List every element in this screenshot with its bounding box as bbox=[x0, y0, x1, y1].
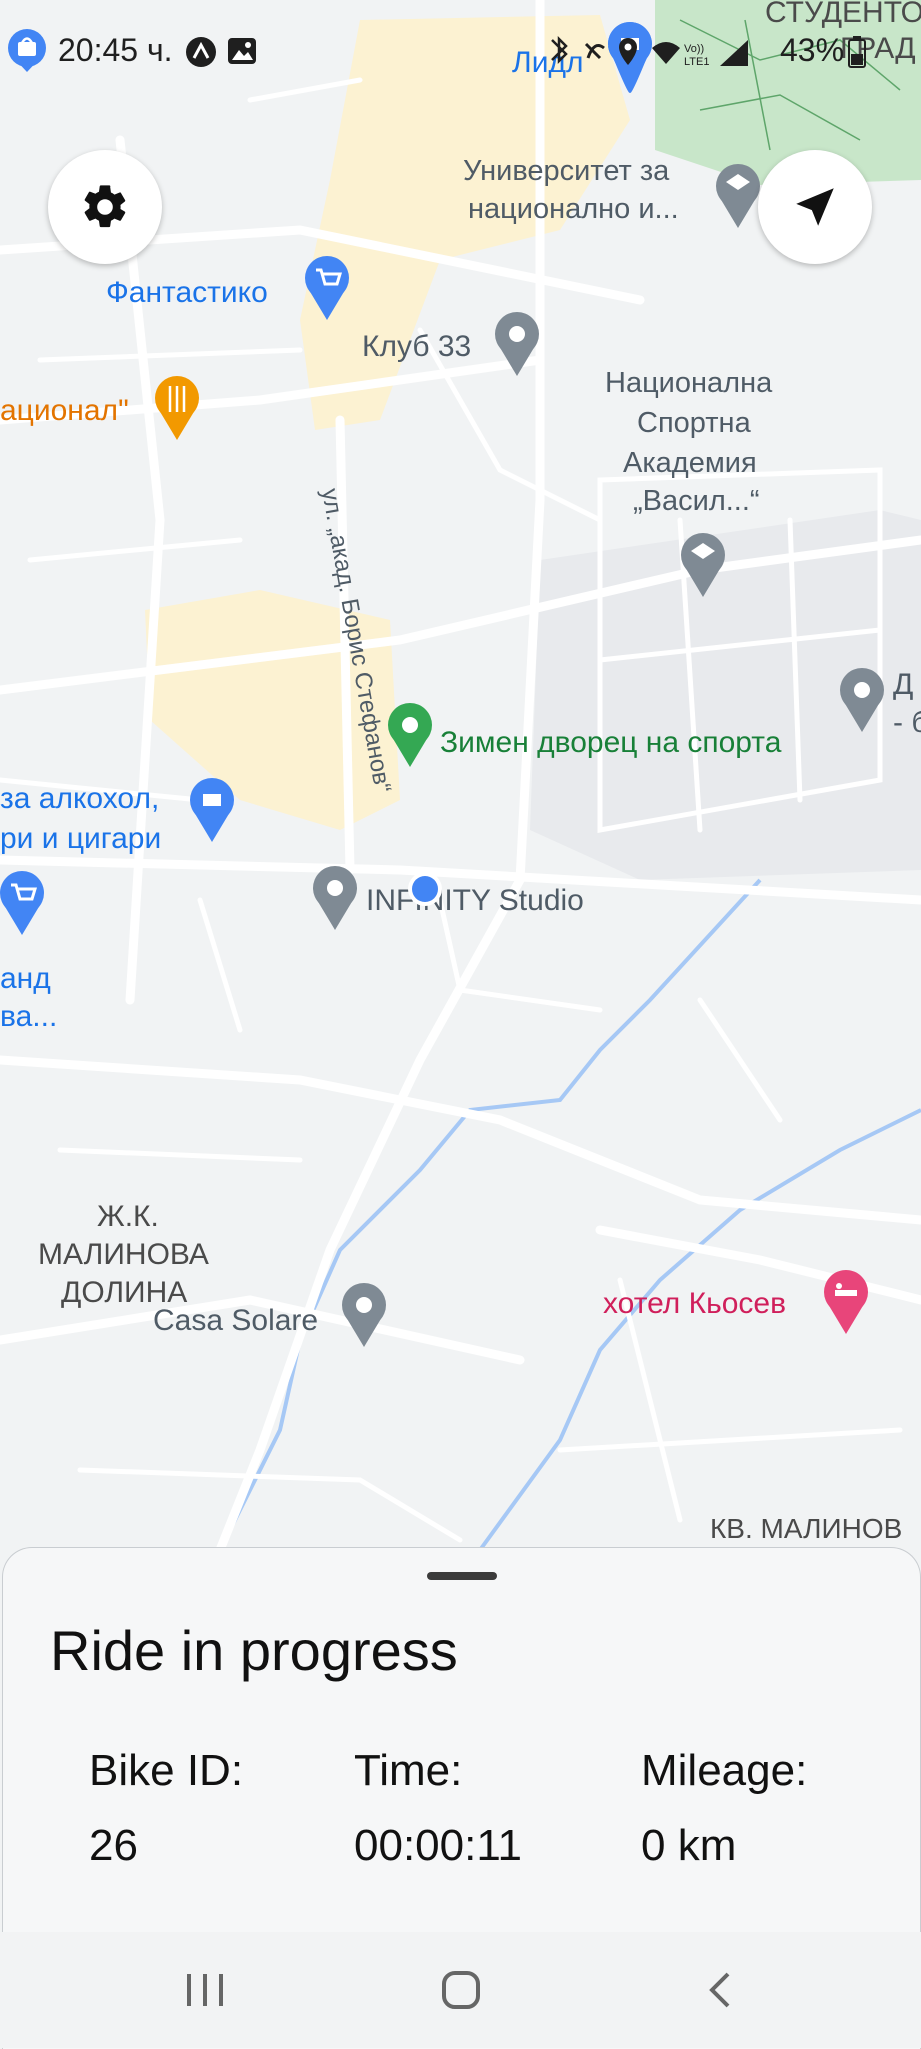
map-label-nsa-2[interactable]: Спортна bbox=[637, 407, 752, 439]
map-label-nsa-1[interactable]: Национална bbox=[605, 367, 773, 399]
signal-icon bbox=[720, 40, 748, 66]
shopping-bag-notification-icon bbox=[8, 29, 46, 72]
system-navigation-bar bbox=[0, 1932, 921, 2048]
sheet-drag-handle[interactable] bbox=[427, 1572, 497, 1580]
settings-button[interactable] bbox=[48, 150, 162, 264]
recent-apps-button[interactable] bbox=[183, 1972, 227, 2008]
status-bar: 20:45 ч. Vo)) LTE1 43% bbox=[0, 20, 921, 80]
map-label-fantastiko[interactable]: Фантастико bbox=[106, 276, 268, 309]
mute-icon bbox=[584, 42, 605, 60]
battery-percent: 43% bbox=[780, 32, 845, 68]
map-label-winter-palace[interactable]: Зимен дворец на спорта bbox=[440, 726, 782, 759]
map-label-nsa-3[interactable]: Академия bbox=[623, 447, 757, 479]
battery-icon bbox=[848, 36, 866, 68]
bike-id-value: 26 bbox=[89, 1821, 138, 1870]
system-status-icons: Vo)) LTE1 bbox=[551, 35, 748, 68]
mileage-label: Mileage: bbox=[641, 1746, 808, 1795]
map-label-nacional[interactable]: ационал" bbox=[0, 394, 129, 427]
app-notification-icon bbox=[186, 37, 216, 67]
ride-title: Ride in progress bbox=[50, 1619, 458, 1682]
gallery-notification-icon bbox=[228, 38, 256, 64]
map-label-university-1[interactable]: Университет за bbox=[463, 155, 670, 187]
map-label-kv-malinova: КВ. МАЛИНОВ bbox=[710, 1513, 902, 1544]
map-label-club-33[interactable]: Клуб 33 bbox=[362, 330, 471, 363]
navigation-arrow-icon bbox=[796, 188, 834, 226]
bike-id-label: Bike ID: bbox=[89, 1746, 244, 1795]
time-label: Time: bbox=[354, 1746, 463, 1795]
map-label-casa-solare[interactable]: Casa Solare bbox=[153, 1304, 318, 1337]
my-location-button[interactable] bbox=[758, 150, 872, 264]
map-label-malinova-2: МАЛИНОВА bbox=[38, 1238, 209, 1271]
gear-icon bbox=[84, 185, 126, 228]
map-label-and-1[interactable]: анд bbox=[0, 962, 51, 995]
map-label-and-2[interactable]: ва... bbox=[0, 1000, 57, 1033]
svg-text:LTE1: LTE1 bbox=[684, 56, 709, 68]
map-label-d-2[interactable]: - б bbox=[893, 706, 921, 739]
home-button[interactable] bbox=[441, 1970, 481, 2010]
map-label-infinity-studio[interactable]: INFINITY Studio bbox=[366, 884, 584, 917]
bluetooth-icon bbox=[551, 35, 568, 65]
map-label-hotel[interactable]: хотел Кьосев bbox=[603, 1287, 786, 1320]
map-label-malinova-1: Ж.К. bbox=[97, 1200, 159, 1233]
location-icon bbox=[619, 38, 637, 65]
wifi-icon bbox=[652, 42, 680, 64]
status-time: 20:45 ч. bbox=[58, 32, 173, 68]
current-location-dot bbox=[408, 872, 442, 906]
time-value: 00:00:11 bbox=[354, 1821, 523, 1870]
svg-text:Vo)): Vo)) bbox=[684, 43, 704, 55]
map-label-alcohol-2[interactable]: ри и цигари bbox=[0, 822, 161, 855]
map-label-alcohol-1[interactable]: за алкохол, bbox=[0, 782, 159, 815]
map-label-nsa-4[interactable]: „Васил...“ bbox=[633, 485, 760, 517]
mileage-value: 0 km bbox=[641, 1821, 737, 1870]
map-label-d-1[interactable]: Д bbox=[893, 668, 913, 701]
back-button[interactable] bbox=[706, 1970, 734, 2010]
map-label-university-2[interactable]: национално и... bbox=[468, 193, 679, 225]
